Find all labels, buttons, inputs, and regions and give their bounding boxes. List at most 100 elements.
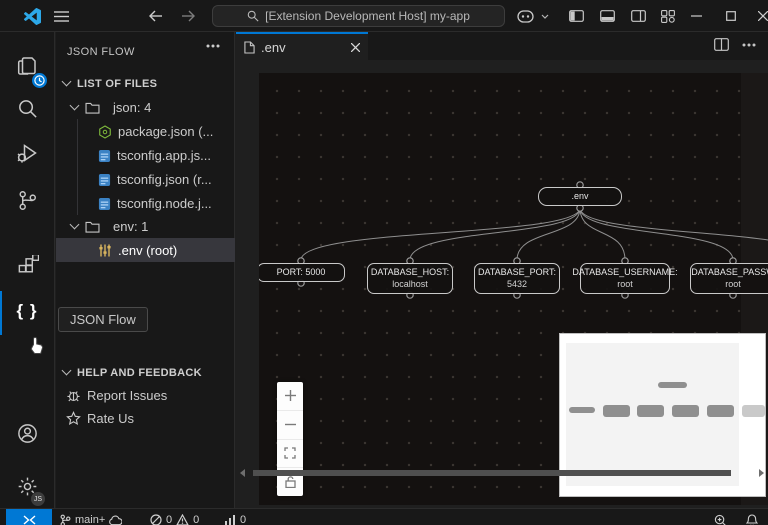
chevron-down-icon bbox=[61, 365, 72, 376]
tab-close-icon[interactable] bbox=[351, 42, 360, 52]
sidebar-json-flow: JSON FLOW LIST OF FILES json: 4 package.… bbox=[56, 32, 235, 508]
tsconfig-icon bbox=[98, 197, 111, 211]
fit-view-button[interactable] bbox=[277, 440, 303, 469]
zoom-out-button[interactable] bbox=[277, 411, 303, 440]
env-sliders-icon bbox=[98, 244, 112, 257]
toggle-primary-sidebar-icon[interactable] bbox=[563, 0, 589, 32]
command-center[interactable]: [Extension Development Host] my-app bbox=[212, 5, 505, 27]
ports-icon bbox=[225, 514, 235, 525]
tree-folder-json[interactable]: json: 4 bbox=[56, 96, 235, 119]
tree-file-tsconfig-node[interactable]: tsconfig.node.j... bbox=[56, 192, 235, 215]
window-close-button[interactable] bbox=[748, 0, 768, 32]
bug-icon bbox=[66, 388, 81, 403]
notifications-bell-icon[interactable] bbox=[746, 509, 758, 525]
folder-icon bbox=[85, 221, 100, 233]
section-help-and-feedback[interactable]: HELP AND FEEDBACK bbox=[56, 361, 235, 384]
js-badge: JS bbox=[31, 492, 45, 506]
npm-package-icon bbox=[98, 124, 112, 139]
activity-bar: { } JS bbox=[0, 32, 55, 508]
scroll-left-arrow-icon[interactable] bbox=[240, 469, 245, 477]
copilot-icon[interactable] bbox=[513, 0, 537, 32]
minimap-node-offscreen bbox=[742, 405, 765, 417]
json-flow-canvas[interactable]: .env PORT: 5000 DATABASE_HOST: localhost… bbox=[259, 73, 768, 505]
problems-status[interactable]: 0 0 bbox=[150, 509, 199, 525]
flow-node-root[interactable]: .env bbox=[538, 187, 622, 206]
screencast-zoom-icon[interactable] bbox=[714, 509, 727, 525]
active-view-indicator bbox=[0, 291, 2, 335]
editor-group: .env .env PORT: 5000 DATABASE_HOST: loca… bbox=[236, 32, 768, 508]
accounts-icon[interactable] bbox=[3, 411, 51, 455]
help-report-issues[interactable]: Report Issues bbox=[56, 384, 235, 407]
search-view-icon[interactable] bbox=[3, 86, 51, 130]
toggle-secondary-sidebar-icon[interactable] bbox=[625, 0, 651, 32]
flow-node-database-password[interactable]: DATABASE_PASSW root bbox=[690, 263, 768, 294]
source-control-icon[interactable] bbox=[3, 178, 51, 222]
braces-icon: { } bbox=[16, 301, 38, 320]
workbench: { } JS JSON FLOW LIST OF FILES json: 4 p… bbox=[0, 32, 768, 508]
tab-env[interactable]: .env bbox=[236, 32, 368, 60]
explorer-icon[interactable] bbox=[3, 44, 51, 88]
chevron-down-icon bbox=[61, 76, 72, 87]
minimap-node bbox=[569, 407, 595, 413]
chevron-down-icon bbox=[69, 219, 80, 230]
search-icon bbox=[247, 10, 259, 22]
horizontal-scrollbar[interactable] bbox=[238, 469, 768, 477]
mouse-pointer-cursor bbox=[27, 336, 46, 357]
tab-label: .env bbox=[261, 39, 286, 55]
toggle-panel-icon[interactable] bbox=[594, 0, 620, 32]
nav-forward-icon[interactable] bbox=[175, 0, 201, 32]
settings-gear-icon[interactable]: JS bbox=[3, 464, 51, 508]
menu-hamburger-icon[interactable] bbox=[48, 0, 74, 32]
section-list-of-files[interactable]: LIST OF FILES bbox=[56, 72, 235, 95]
chevron-down-icon bbox=[69, 100, 80, 111]
minimap-node bbox=[707, 405, 734, 417]
command-center-text: [Extension Development Host] my-app bbox=[265, 9, 470, 23]
errors-icon bbox=[150, 514, 162, 525]
scrollbar-thumb[interactable] bbox=[253, 470, 731, 476]
copilot-dropdown-chevron-icon[interactable] bbox=[538, 0, 552, 32]
file-icon bbox=[244, 40, 255, 54]
flow-node-port[interactable]: PORT: 5000 bbox=[259, 263, 345, 282]
minimap-node bbox=[658, 382, 687, 388]
window-minimize-button[interactable] bbox=[681, 0, 711, 32]
title-bar: [Extension Development Host] my-app bbox=[0, 0, 768, 32]
minimap-node bbox=[637, 405, 664, 417]
flow-controls bbox=[277, 382, 303, 496]
warnings-icon bbox=[176, 514, 189, 525]
json-flow-tooltip: JSON Flow bbox=[58, 307, 148, 332]
flow-node-database-username[interactable]: DATABASE_USERNAME: root bbox=[572, 263, 678, 294]
tree-folder-env[interactable]: env: 1 bbox=[56, 215, 235, 238]
tree-file-package-json[interactable]: package.json (... bbox=[56, 120, 235, 143]
tsconfig-icon bbox=[98, 149, 111, 163]
flow-node-database-port[interactable]: DATABASE_PORT: 5432 bbox=[474, 263, 560, 294]
run-debug-icon[interactable] bbox=[3, 131, 51, 175]
zoom-in-button[interactable] bbox=[277, 382, 303, 411]
extensions-icon[interactable] bbox=[3, 244, 51, 288]
remote-icon bbox=[23, 515, 35, 525]
vscode-logo-icon bbox=[18, 0, 46, 32]
tsconfig-icon bbox=[98, 173, 111, 187]
customize-layout-icon[interactable] bbox=[655, 0, 681, 32]
star-icon bbox=[66, 411, 81, 426]
sidebar-title: JSON FLOW bbox=[67, 46, 135, 58]
minimap-node bbox=[603, 405, 630, 417]
tab-strip: .env bbox=[236, 32, 768, 60]
tree-file-env-selected[interactable]: .env (root) bbox=[56, 238, 235, 262]
nav-back-icon[interactable] bbox=[143, 0, 169, 32]
folder-icon bbox=[85, 102, 100, 114]
scroll-right-arrow-icon[interactable] bbox=[759, 469, 764, 477]
flow-node-database-host[interactable]: DATABASE_HOST: localhost bbox=[367, 263, 453, 294]
help-rate-us[interactable]: Rate Us bbox=[56, 407, 235, 430]
minimap-node bbox=[672, 405, 699, 417]
ports-status[interactable]: 0 bbox=[224, 509, 246, 525]
split-editor-icon[interactable] bbox=[714, 38, 729, 51]
window-maximize-button[interactable] bbox=[716, 0, 746, 32]
tree-file-tsconfig-app[interactable]: tsconfig.app.js... bbox=[56, 144, 235, 167]
tree-file-tsconfig-json[interactable]: tsconfig.json (r... bbox=[56, 168, 235, 191]
remote-indicator[interactable] bbox=[6, 509, 52, 525]
editor-more-actions-icon[interactable] bbox=[742, 43, 756, 47]
status-bar: main+ 0 0 0 bbox=[0, 508, 768, 525]
sidebar-more-actions-icon[interactable] bbox=[206, 44, 220, 48]
git-branch-status[interactable]: main+ bbox=[60, 509, 123, 525]
json-flow-view-icon[interactable]: { } bbox=[3, 289, 51, 333]
